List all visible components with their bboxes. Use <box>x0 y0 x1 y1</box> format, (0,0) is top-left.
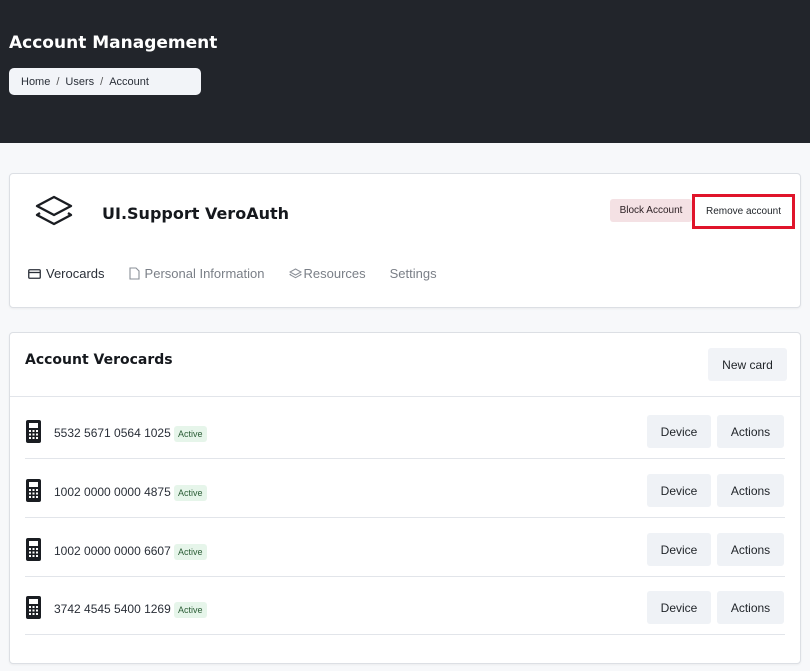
status-badge: Active <box>174 544 207 560</box>
tab-label: Personal Information <box>144 266 265 281</box>
breadcrumb-separator: / <box>100 75 104 88</box>
account-profile-card: UI.Support VeroAuth Block Account Remove… <box>9 173 801 308</box>
device-button[interactable]: Device <box>647 415 711 448</box>
page-title: Account Management <box>9 33 218 53</box>
actions-button[interactable]: Actions <box>717 533 784 566</box>
account-tabs: Verocards Personal Information Resources… <box>28 266 461 281</box>
actions-button[interactable]: Actions <box>717 415 784 448</box>
verocard-row: 1002 0000 0000 6607 Active Device Action… <box>25 518 785 577</box>
actions-button[interactable]: Actions <box>717 591 784 624</box>
device-button[interactable]: Device <box>647 474 711 507</box>
calculator-device-icon <box>26 538 41 561</box>
breadcrumb-account: Account <box>109 75 149 88</box>
document-icon <box>128 267 140 280</box>
account-name: UI.Support VeroAuth <box>102 204 289 223</box>
tab-label: Settings <box>389 266 437 281</box>
tab-personal-information[interactable]: Personal Information <box>128 266 265 281</box>
tab-label: Verocards <box>46 266 105 281</box>
calculator-device-icon <box>26 479 41 502</box>
breadcrumb-users[interactable]: Users <box>65 76 94 88</box>
calculator-device-icon <box>26 420 41 443</box>
breadcrumb-home[interactable]: Home <box>21 76 50 88</box>
breadcrumb: Home / Users / Account <box>9 68 201 95</box>
verocard-row: 5532 5671 0564 1025 Active Device Action… <box>25 400 785 459</box>
layers-icon <box>288 268 302 279</box>
tab-resources[interactable]: Resources <box>288 266 366 281</box>
remove-account-button[interactable]: Remove account <box>692 194 795 229</box>
verocards-card: Account Verocards New card 5532 5671 056… <box>9 332 801 664</box>
device-button[interactable]: Device <box>647 591 711 624</box>
status-badge: Active <box>174 602 207 618</box>
card-number: 3742 4545 5400 1269 <box>54 602 171 616</box>
layers-icon <box>35 195 73 226</box>
status-badge: Active <box>174 426 207 442</box>
verocards-title: Account Verocards <box>25 352 173 368</box>
card-icon <box>28 268 41 279</box>
tab-verocards[interactable]: Verocards <box>28 266 105 281</box>
card-number: 1002 0000 0000 6607 <box>54 544 171 558</box>
tab-label: Resources <box>303 266 366 281</box>
tab-settings[interactable]: Settings <box>390 266 437 281</box>
block-account-button[interactable]: Block Account <box>610 199 692 222</box>
actions-button[interactable]: Actions <box>717 474 784 507</box>
page-header: Account Management Home / Users / Accoun… <box>0 0 810 143</box>
divider <box>10 396 800 397</box>
verocard-row: 1002 0000 0000 4875 Active Device Action… <box>25 459 785 518</box>
card-number: 5532 5671 0564 1025 <box>54 426 171 440</box>
calculator-device-icon <box>26 596 41 619</box>
breadcrumb-separator: / <box>56 75 60 88</box>
new-card-button[interactable]: New card <box>708 348 787 381</box>
verocard-row: 3742 4545 5400 1269 Active Device Action… <box>25 576 785 635</box>
card-number: 1002 0000 0000 4875 <box>54 485 171 499</box>
device-button[interactable]: Device <box>647 533 711 566</box>
status-badge: Active <box>174 485 207 501</box>
